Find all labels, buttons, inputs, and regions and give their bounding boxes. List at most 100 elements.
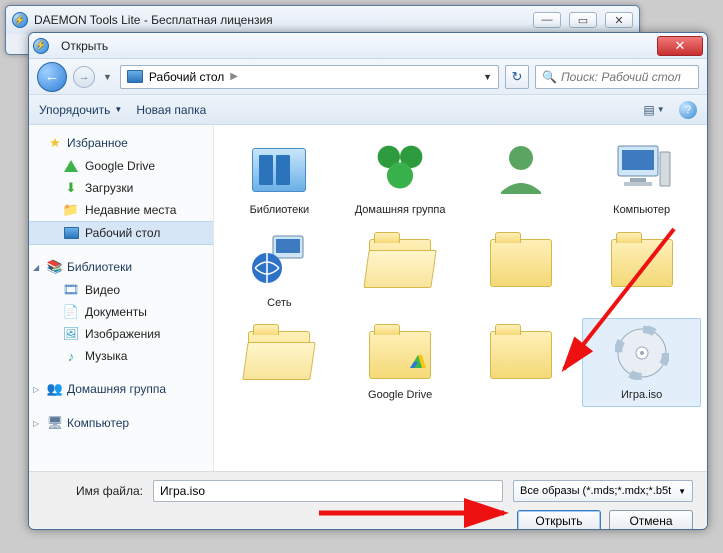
organize-menu[interactable]: Упорядочить ▼ <box>39 103 122 117</box>
sidebar-item-label: Рабочий стол <box>85 226 160 240</box>
search-box[interactable]: 🔍 <box>535 65 699 89</box>
file-item[interactable]: Домашняя группа <box>341 133 460 222</box>
toolbar: Упорядочить ▼ Новая папка ▤ ▼ ? <box>29 95 707 125</box>
new-folder-button[interactable]: Новая папка <box>136 103 206 117</box>
sidebar-item-label: Загрузки <box>85 181 133 195</box>
libraries-icon <box>252 148 306 192</box>
sidebar-item-label: Изображения <box>85 327 160 341</box>
recent-places-icon: 📁 <box>63 202 79 218</box>
file-item[interactable]: Компьютер <box>582 133 701 222</box>
disc-image-icon <box>615 326 669 385</box>
homegroup-icon: 👥 <box>47 381 63 397</box>
file-item[interactable] <box>341 226 460 315</box>
folder-open-icon <box>369 239 431 287</box>
filename-input[interactable] <box>153 480 503 502</box>
maximize-button[interactable]: ▭ <box>569 12 597 28</box>
chevron-down-icon: ▼ <box>678 487 686 496</box>
file-item[interactable] <box>220 318 339 407</box>
refresh-button[interactable]: ↻ <box>505 65 529 89</box>
disclosure-icon[interactable]: ▷ <box>33 419 43 428</box>
disclosure-icon[interactable]: ▷ <box>33 385 43 394</box>
file-list-pane[interactable]: Библиотеки Домашняя группа Компьютер Сеть Go… <box>214 125 707 471</box>
sidebar-item-images[interactable]: 🖼 Изображения <box>29 323 213 345</box>
organize-label: Упорядочить <box>39 103 110 117</box>
file-item[interactable]: Google Drive <box>341 318 460 407</box>
gdrive-icon <box>64 160 78 172</box>
file-item[interactable] <box>462 226 581 315</box>
help-button[interactable]: ? <box>679 101 697 119</box>
sidebar-homegroup-header[interactable]: ▷ 👥 Домашняя группа <box>29 377 213 401</box>
folder-icon <box>490 331 552 379</box>
minimize-button[interactable]: — <box>533 12 561 28</box>
dialog-close-button[interactable]: ✕ <box>657 36 703 56</box>
address-location: Рабочий стол <box>149 70 224 84</box>
sidebar-favorites-header[interactable]: ★ Избранное <box>29 131 213 155</box>
search-input[interactable] <box>561 70 692 84</box>
sidebar-item-videos[interactable]: 🎞Видео <box>29 279 213 301</box>
open-file-dialog: Открыть ✕ ← → ▼ Рабочий стол ▶ ▼ ↻ 🔍 Упо… <box>28 32 708 530</box>
breadcrumb-separator-icon[interactable]: ▶ <box>230 71 238 82</box>
homegroup-icon <box>372 140 428 201</box>
filter-label: Все образы (*.mds;*.mdx;*.b5t <box>520 485 671 497</box>
sidebar-item-downloads[interactable]: ⬇ Загрузки <box>29 177 213 199</box>
filename-label: Имя файла: <box>43 484 143 498</box>
file-item[interactable] <box>462 318 581 407</box>
sidebar-libraries-header[interactable]: ◢ 📚 Библиотеки <box>29 255 213 279</box>
navigation-pane[interactable]: ★ Избранное Google Drive ⬇ Загрузки 📁 Неда… <box>29 125 214 471</box>
sidebar-item-label: Недавние места <box>85 203 176 217</box>
chevron-down-icon: ▼ <box>114 105 122 114</box>
network-icon <box>251 234 307 291</box>
nav-forward-button[interactable]: → <box>73 66 95 88</box>
sidebar-item-music[interactable]: ♪Музыка <box>29 345 213 367</box>
open-button[interactable]: Открыть <box>517 510 601 530</box>
address-bar[interactable]: Рабочий стол ▶ ▼ <box>120 65 499 89</box>
file-item[interactable]: Сеть <box>220 226 339 315</box>
file-item[interactable]: Игра.iso <box>582 318 701 407</box>
folder-icon <box>490 239 552 287</box>
sidebar-item-label: Google Drive <box>85 159 155 173</box>
close-button[interactable]: ✕ <box>605 12 633 28</box>
sidebar-group-label: Домашняя группа <box>67 382 166 396</box>
folder-icon <box>611 239 673 287</box>
star-icon: ★ <box>47 135 63 151</box>
documents-icon: 📄 <box>63 304 79 320</box>
address-bar-row: ← → ▼ Рабочий стол ▶ ▼ ↻ 🔍 <box>29 59 707 95</box>
dialog-titlebar[interactable]: Открыть ✕ <box>29 33 707 59</box>
file-type-filter[interactable]: Все образы (*.mds;*.mdx;*.b5t ▼ <box>513 480 693 502</box>
music-icon: ♪ <box>63 348 79 364</box>
file-item[interactable]: Библиотеки <box>220 133 339 222</box>
nav-history-dropdown[interactable]: ▼ <box>101 72 114 82</box>
view-options-button[interactable]: ▤ ▼ <box>643 100 665 120</box>
file-label: Библиотеки <box>250 204 310 217</box>
sidebar-item-label: Видео <box>85 283 120 297</box>
downloads-icon: ⬇ <box>63 180 79 196</box>
desktop-icon <box>64 227 79 239</box>
file-item[interactable] <box>582 226 701 315</box>
folder-open-icon <box>248 331 310 379</box>
disclosure-icon[interactable]: ◢ <box>33 263 43 272</box>
search-icon: 🔍 <box>542 70 557 84</box>
computer-icon <box>612 142 672 199</box>
computer-icon: 🖥 <box>47 415 63 431</box>
file-label: Сеть <box>267 297 291 310</box>
daemon-tools-icon <box>12 12 28 28</box>
file-label: Игра.iso <box>621 389 662 402</box>
sidebar-item-documents[interactable]: 📄Документы <box>29 301 213 323</box>
file-item[interactable] <box>462 133 581 222</box>
sidebar-item-google-drive[interactable]: Google Drive <box>29 155 213 177</box>
libraries-icon: 📚 <box>47 259 63 275</box>
sidebar-item-desktop[interactable]: Рабочий стол <box>29 221 213 245</box>
button-label: Отмена <box>629 514 672 528</box>
dialog-footer: Имя файла: Все образы (*.mds;*.mdx;*.b5t… <box>29 471 707 529</box>
new-folder-label: Новая папка <box>136 103 206 117</box>
address-dropdown-icon[interactable]: ▼ <box>483 72 492 82</box>
sidebar-group-label: Компьютер <box>67 416 129 430</box>
nav-back-button[interactable]: ← <box>37 62 67 92</box>
cancel-button[interactable]: Отмена <box>609 510 693 530</box>
sidebar-item-recent[interactable]: 📁 Недавние места <box>29 199 213 221</box>
sidebar-computer-header[interactable]: ▷ 🖥 Компьютер <box>29 411 213 435</box>
parent-titlebar[interactable]: DAEMON Tools Lite - Бесплатная лицензия … <box>6 6 639 34</box>
sidebar-group-label: Библиотеки <box>67 260 132 274</box>
images-icon: 🖼 <box>63 326 79 342</box>
parent-window-title: DAEMON Tools Lite - Бесплатная лицензия <box>34 13 533 27</box>
